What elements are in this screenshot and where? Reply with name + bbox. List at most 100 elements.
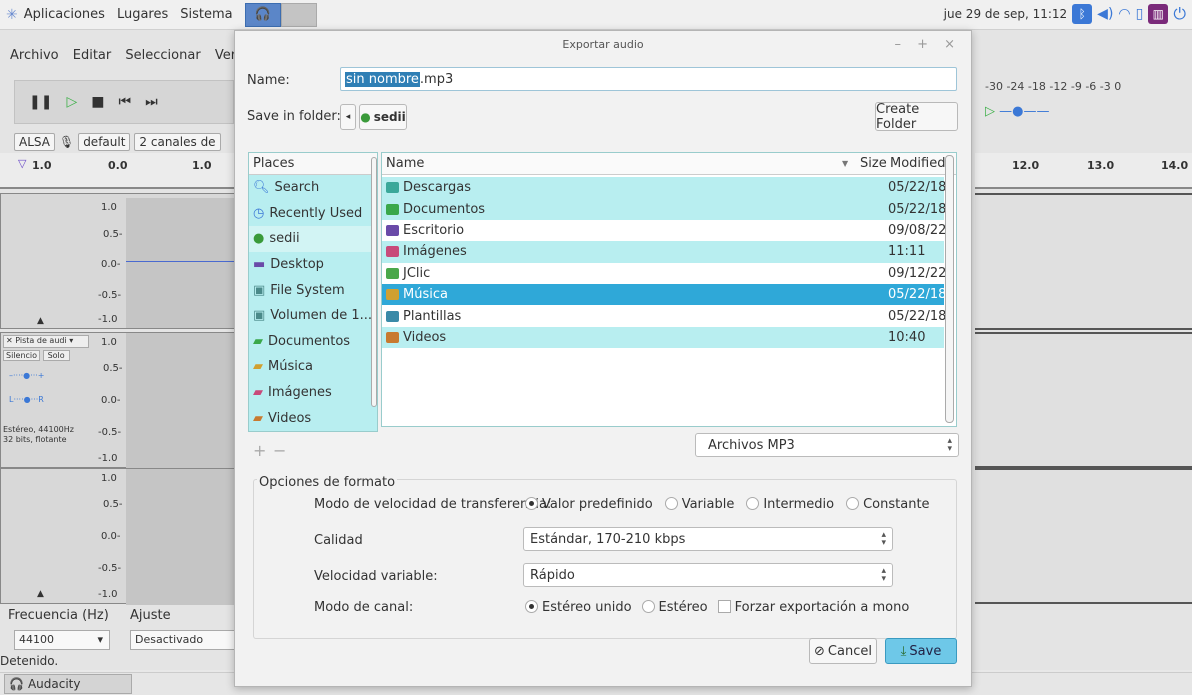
column-size[interactable]: Size: [860, 156, 887, 171]
radio-estereo[interactable]: Estéreo: [641, 600, 708, 615]
menu-sistema[interactable]: Sistema: [180, 7, 232, 22]
gain-slider[interactable]: –····●···+: [9, 371, 44, 380]
place-recently-used[interactable]: ◷ Recently Used: [249, 201, 377, 227]
scale-label: -1.0: [98, 314, 118, 325]
pan-slider[interactable]: L····●···R: [9, 395, 44, 404]
playback-meter[interactable]: ▷ —●——: [985, 104, 1105, 124]
menu-seleccionar[interactable]: Seleccionar: [125, 48, 200, 63]
places-scrollbar[interactable]: [371, 157, 377, 407]
place-search[interactable]: 🔍︎ Search: [249, 175, 377, 201]
timeline-ruler-right[interactable]: 12.0 13.0 14.0: [975, 153, 1192, 189]
track-panel-1[interactable]: 1.0 0.5- 0.0- -0.5- -1.0 ▲: [0, 193, 241, 329]
file-row[interactable]: Descargas 05/22/18: [382, 177, 946, 199]
audacity-launcher-icon[interactable]: 🎧: [244, 2, 281, 27]
home-icon: ●: [253, 231, 265, 247]
monitor-icon[interactable]: ▥: [1148, 4, 1169, 24]
window-controls[interactable]: – + ×: [894, 37, 961, 52]
track-name-menu[interactable]: ✕ Pista de audi ▾: [3, 335, 89, 348]
track-panel-3[interactable]: 1.0 0.5- 0.0- -0.5- -1.0 ▲: [0, 468, 241, 605]
desktop-icon: ▬: [253, 257, 266, 273]
folder-icon: ▰: [253, 333, 263, 349]
file-row[interactable]: Plantillas 05/22/18: [382, 305, 946, 327]
file-row[interactable]: JClic 09/12/22: [382, 262, 946, 284]
filename-input[interactable]: sin nombre .mp3: [340, 67, 957, 91]
file-row[interactable]: Escritorio 09/08/22: [382, 219, 946, 242]
frequency-select[interactable]: 44100 ▾: [14, 630, 110, 650]
menu-lugares[interactable]: Lugares: [117, 7, 168, 22]
place-musica[interactable]: ▰ Música: [249, 354, 377, 380]
menu-ver[interactable]: Ver: [215, 48, 236, 63]
variable-speed-select[interactable]: Rápido ▴ ▾: [523, 563, 893, 587]
dialog-title: Exportar audio: [562, 38, 644, 51]
place-videos[interactable]: ▰ Videos: [249, 405, 377, 431]
path-sedii-button[interactable]: ● sedii: [359, 104, 407, 130]
launcher-slot[interactable]: [280, 2, 317, 27]
stop-icon[interactable]: ■: [91, 94, 104, 110]
top-panel: ✳ Aplicaciones Lugares Sistema 🎧 jue 29 …: [0, 0, 1192, 30]
remove-place-button[interactable]: −: [273, 441, 286, 460]
menu-aplicaciones[interactable]: Aplicaciones: [24, 7, 105, 22]
file-row[interactable]: Documentos 05/22/18: [382, 198, 946, 220]
solo-button[interactable]: Solo: [42, 350, 70, 361]
radio-variable[interactable]: Variable: [664, 497, 734, 512]
volume-icon[interactable]: ◀): [1097, 6, 1113, 22]
waveform[interactable]: [126, 333, 241, 469]
pause-icon[interactable]: ❚❚: [29, 94, 52, 110]
file-row[interactable]: Videos 10:40: [382, 326, 944, 349]
skip-start-icon[interactable]: ⏮: [118, 94, 131, 110]
cancel-button[interactable]: ⊘ Cancel: [809, 638, 877, 664]
mute-solo: Silencio Solo: [3, 350, 70, 361]
track-panel-2[interactable]: ✕ Pista de audi ▾ Silencio Solo –····●··…: [0, 332, 241, 469]
applications-icon[interactable]: ✳: [6, 7, 18, 23]
file-type-filter[interactable]: Archivos MP3 ▴ ▾: [695, 433, 959, 457]
channels-select[interactable]: 2 canales de: [134, 133, 221, 151]
snap-select[interactable]: Desactivado: [130, 630, 236, 650]
snap-label: Ajuste: [130, 608, 171, 623]
create-folder-button[interactable]: Create Folder: [875, 102, 958, 132]
place-documentos[interactable]: ▰ Documentos: [249, 329, 377, 355]
bluetooth-icon[interactable]: ᛒ: [1072, 4, 1093, 24]
track-area-right-3[interactable]: [975, 468, 1192, 604]
place-imagenes[interactable]: ▰ Imágenes: [249, 380, 377, 406]
collapse-icon[interactable]: ▲: [37, 589, 44, 599]
file-row-selected[interactable]: Música 05/22/18: [382, 284, 946, 306]
recording-device-select[interactable]: default: [78, 133, 131, 151]
radio-constante[interactable]: Constante: [846, 497, 930, 512]
wifi-icon[interactable]: ◠: [1118, 6, 1130, 22]
save-button[interactable]: ⤓ Save: [885, 638, 957, 664]
audio-host-select[interactable]: ALSA: [14, 133, 55, 151]
file-row[interactable]: Imágenes 11:11: [382, 241, 944, 263]
drive-icon: ▣: [253, 282, 266, 298]
clock[interactable]: jue 29 de sep, 11:12: [944, 7, 1068, 21]
track-area-right-2[interactable]: [975, 332, 1192, 468]
path-back-button[interactable]: ◂: [340, 104, 356, 130]
quality-select[interactable]: Estándar, 170-210 kbps ▴ ▾: [523, 527, 893, 551]
force-mono-checkbox[interactable]: Forzar exportación a mono: [717, 600, 909, 615]
radio-intermedio[interactable]: Intermedio: [746, 497, 834, 512]
place-sedii[interactable]: ● sedii: [249, 226, 377, 252]
waveform[interactable]: [126, 198, 241, 328]
radio-valor-predefinido[interactable]: Valor predefinido: [525, 497, 653, 512]
skip-end-icon[interactable]: ⏭: [145, 94, 158, 110]
power-icon[interactable]: ⏻: [1173, 4, 1186, 24]
play-icon[interactable]: ▷: [66, 94, 77, 110]
place-desktop[interactable]: ▬ Desktop: [249, 252, 377, 278]
track-area-right-1[interactable]: [975, 193, 1192, 330]
column-name[interactable]: Name: [386, 156, 424, 171]
place-volume[interactable]: ▣ Volumen de 1...: [249, 303, 377, 329]
menu-editar[interactable]: Editar: [73, 48, 112, 63]
radio-estereo-unido[interactable]: Estéreo unido: [525, 600, 632, 615]
column-modified[interactable]: Modified: [890, 156, 945, 171]
waveform[interactable]: [126, 469, 241, 605]
taskbar-audacity-button[interactable]: 🎧 Audacity: [4, 674, 132, 694]
battery-icon[interactable]: ▯: [1136, 6, 1144, 22]
place-file-system[interactable]: ▣ File System: [249, 277, 377, 303]
collapse-icon[interactable]: ▲: [37, 316, 44, 326]
add-place-button[interactable]: +: [253, 441, 266, 460]
timeline-ruler[interactable]: ▽ 1.0 0.0 1.0: [0, 153, 240, 189]
ruler-arrow-icon[interactable]: ▽: [18, 157, 26, 170]
menu-archivo[interactable]: Archivo: [10, 48, 59, 63]
file-list-scrollbar[interactable]: [945, 155, 954, 423]
mute-button[interactable]: Silencio: [3, 350, 41, 361]
taskbar-app-label: Audacity: [27, 677, 81, 691]
